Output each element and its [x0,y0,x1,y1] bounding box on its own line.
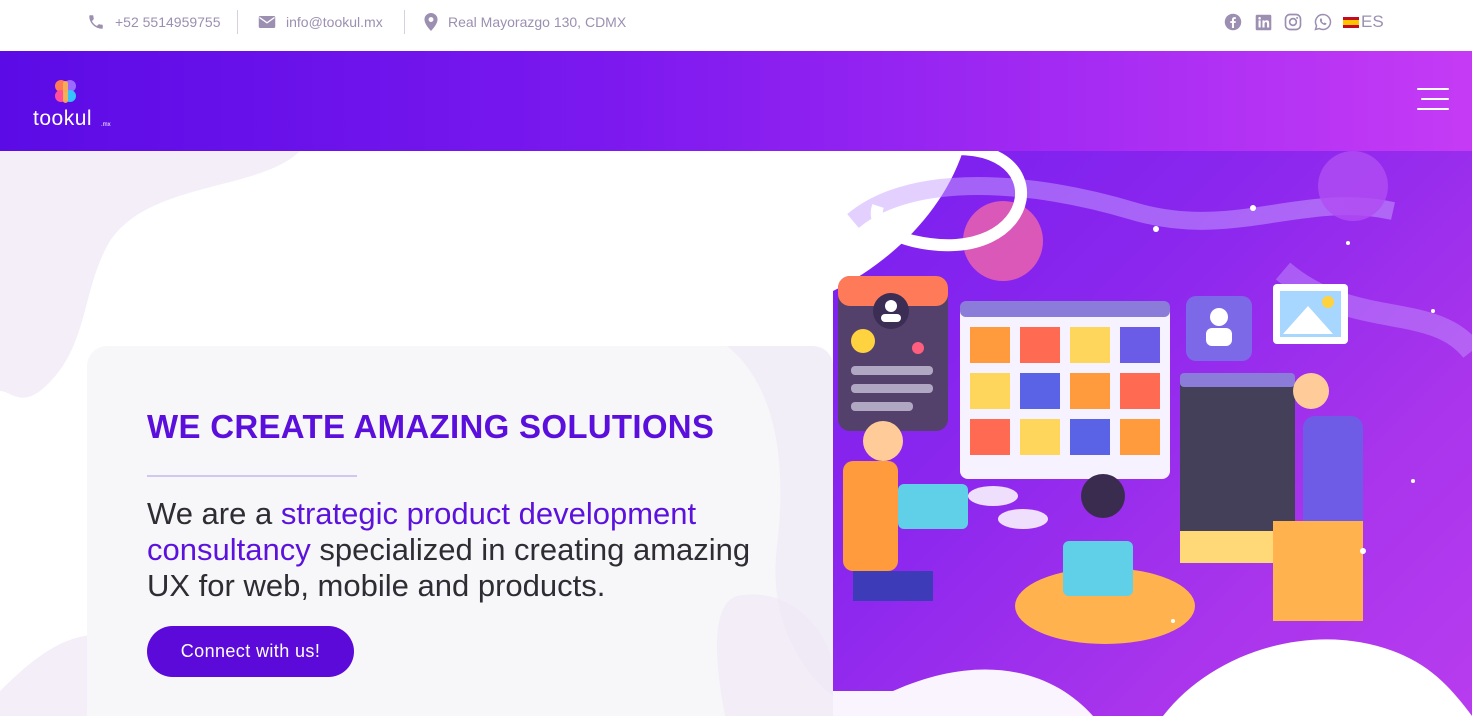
language-selector[interactable]: ES [1343,12,1384,32]
phone-link[interactable]: +52 5514959755 [87,0,221,44]
phone-icon [89,15,103,29]
logo[interactable]: tookul .mx [33,77,113,130]
map-pin-icon [424,13,438,31]
social-links: ES [1223,12,1384,32]
hero-card: WE CREATE AMAZING SOLUTIONS We are a str… [87,346,833,716]
whatsapp-icon[interactable] [1313,12,1333,32]
facebook-icon[interactable] [1223,12,1243,32]
logo-suffix: .mx [101,122,111,128]
phone-number: +52 5514959755 [115,14,221,30]
hero-title: WE CREATE AMAZING SOLUTIONS [147,408,715,445]
divider [404,10,405,34]
address-text: Real Mayorazgo 130, CDMX [448,14,627,30]
connect-button[interactable]: Connect with us! [147,626,354,677]
logo-mark-icon [55,80,76,103]
illustration-art [833,151,1472,716]
language-label: ES [1361,12,1384,31]
hero-section: WE CREATE AMAZING SOLUTIONS We are a str… [0,151,1472,716]
hero-description: We are a strategic product development c… [147,496,787,604]
divider [237,10,238,34]
email-address: info@tookul.mx [286,14,383,30]
title-divider [147,475,357,477]
envelope-icon [258,16,276,28]
hero-illustration [833,151,1472,716]
logo-text: tookul [33,107,93,130]
email-link[interactable]: info@tookul.mx [258,0,383,44]
hamburger-menu-icon[interactable] [1417,88,1449,114]
spain-flag-icon [1343,16,1359,28]
top-contact-bar: +52 5514959755 info@tookul.mx Real Mayor… [0,0,1472,51]
description-prefix: We are a [147,496,281,531]
address-link[interactable]: Real Mayorazgo 130, CDMX [424,0,626,44]
linkedin-icon[interactable] [1253,12,1273,32]
instagram-icon[interactable] [1283,12,1303,32]
main-header: tookul .mx [0,51,1472,151]
